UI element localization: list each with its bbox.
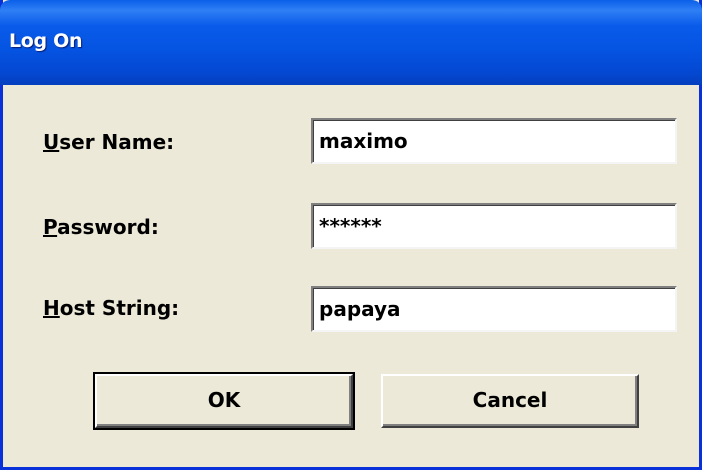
- user-name-label-text: ser Name:: [59, 130, 175, 154]
- user-name-field[interactable]: maximo: [311, 118, 677, 164]
- host-string-label: Host String:: [43, 296, 179, 320]
- cancel-button[interactable]: Cancel: [381, 374, 639, 428]
- password-label-accel: P: [43, 215, 58, 239]
- title-bar[interactable]: Log On: [0, 0, 702, 85]
- host-string-value: papaya: [319, 297, 401, 321]
- password-label-text: assword:: [57, 215, 159, 239]
- user-name-label-accel: U: [43, 130, 60, 154]
- password-field[interactable]: ******: [311, 203, 677, 249]
- host-string-label-accel: H: [43, 296, 60, 320]
- password-label: Password:: [43, 215, 159, 239]
- ok-button[interactable]: OK: [93, 372, 355, 430]
- user-name-label: User Name:: [43, 130, 174, 154]
- logon-dialog: Log On User Name: maximo Password: *****…: [0, 0, 702, 470]
- host-string-label-text: ost String:: [59, 296, 180, 320]
- password-value: ******: [319, 214, 382, 238]
- dialog-title: Log On: [9, 30, 83, 52]
- user-name-value: maximo: [319, 129, 408, 153]
- host-string-field[interactable]: papaya: [311, 286, 677, 332]
